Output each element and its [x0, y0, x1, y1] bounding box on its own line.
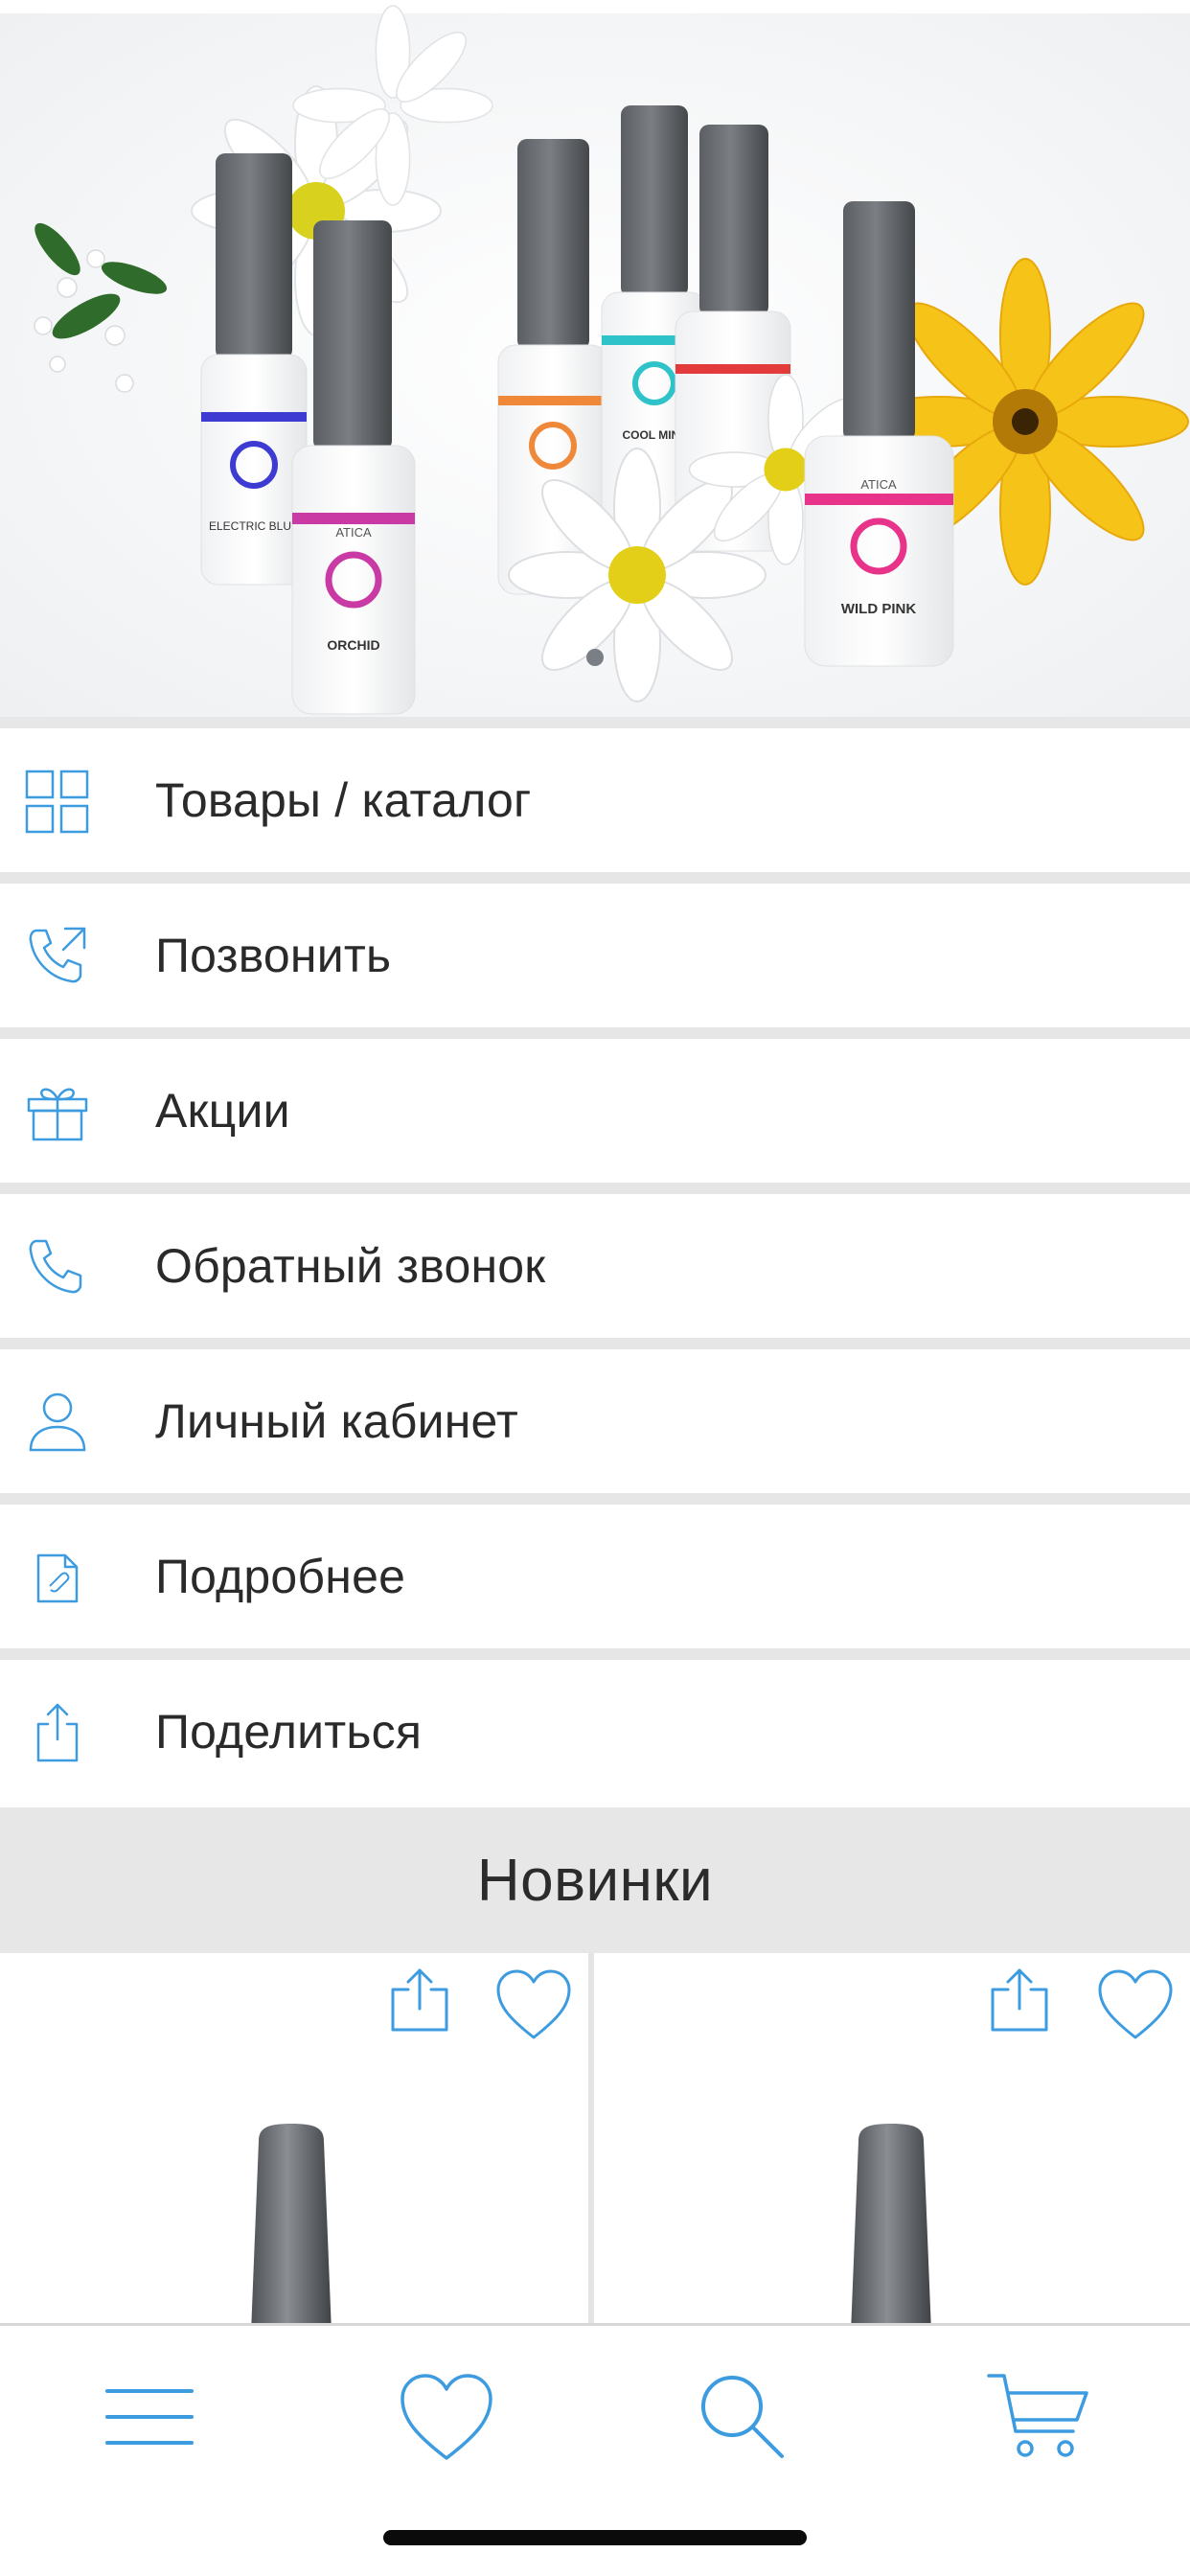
main-menu: Товары / каталог Позвонить Акции Обратны… [0, 728, 1190, 1804]
menu-item-catalog[interactable]: Товары / каталог [0, 728, 1190, 884]
menu-item-label: Обратный звонок [155, 1239, 546, 1293]
bottle-label: ELECTRIC BLUE [209, 519, 299, 533]
user-icon [29, 1392, 86, 1452]
bottle-electric-blue: ELECTRIC BLUE [200, 153, 308, 586]
search-icon[interactable] [686, 2364, 801, 2470]
banner-separator [0, 717, 1190, 728]
bottle-label: ORCHID [327, 637, 379, 653]
menu-item-label: Позвонить [155, 929, 392, 982]
product-card[interactable] [0, 1953, 588, 2323]
bottle-brand: ATICA [860, 477, 897, 492]
promo-banner[interactable]: ELECTRIC BLUE ATICA ORCHID COOL MINT ATI… [0, 0, 1190, 717]
share-icon [36, 1703, 79, 1762]
cart-icon[interactable] [983, 2364, 1098, 2470]
menu-item-share[interactable]: Поделиться [0, 1660, 1190, 1804]
document-link-icon [36, 1553, 79, 1603]
menu-item-account[interactable]: Личный кабинет [0, 1349, 1190, 1505]
menu-item-label: Личный кабинет [155, 1394, 518, 1448]
phone-call-icon [29, 927, 86, 983]
pager-dot-active[interactable] [586, 649, 604, 666]
section-header-new: Новинки [0, 1807, 1190, 1953]
bottle-label: WILD PINK [841, 601, 916, 617]
heart-icon[interactable] [389, 2364, 504, 2470]
banner-image: ELECTRIC BLUE ATICA ORCHID COOL MINT ATI… [0, 0, 1190, 717]
gift-icon [27, 1088, 88, 1141]
section-title: Новинки [476, 1847, 714, 1914]
product-image [851, 2124, 931, 2323]
heart-icon[interactable] [492, 1966, 575, 2043]
product-card[interactable] [594, 1953, 1190, 2323]
menu-item-label: Подробнее [155, 1550, 406, 1603]
product-image [251, 2124, 332, 2323]
grid-icon [25, 770, 89, 834]
menu-item-call[interactable]: Позвонить [0, 884, 1190, 1039]
product-grid [0, 1953, 1190, 2323]
phone-icon [29, 1239, 82, 1294]
heart-icon[interactable] [1094, 1966, 1177, 2043]
home-indicator[interactable] [383, 2530, 807, 2545]
menu-item-details[interactable]: Подробнее [0, 1505, 1190, 1660]
menu-item-promotions[interactable]: Акции [0, 1039, 1190, 1194]
share-icon[interactable] [981, 1963, 1058, 2039]
menu-item-label: Товары / каталог [155, 773, 532, 827]
menu-icon[interactable] [92, 2364, 207, 2470]
menu-item-callback[interactable]: Обратный звонок [0, 1194, 1190, 1349]
share-icon[interactable] [381, 1963, 458, 2039]
menu-item-label: Акции [155, 1084, 290, 1138]
menu-item-label: Поделиться [155, 1705, 423, 1759]
app-screen: ELECTRIC BLUE ATICA ORCHID COOL MINT ATI… [0, 0, 1190, 2576]
bottle-brand: ATICA [335, 525, 372, 540]
